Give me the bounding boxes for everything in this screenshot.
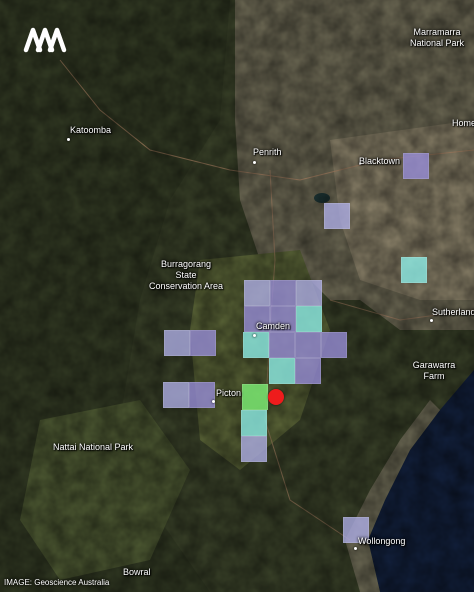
place-label-picton: Picton [216, 388, 242, 398]
town-dot [253, 334, 256, 337]
place-label-garawarra: Garawarra Farm [412, 360, 456, 381]
place-label-camden: Camden [256, 321, 291, 331]
place-label-blacktown: Blacktown [359, 156, 401, 166]
town-dot [354, 547, 357, 550]
place-label-nattai: Nattai National Park [53, 442, 134, 452]
image-credit: IMAGE: Geoscience Australia [4, 578, 110, 587]
intensity-cell [295, 358, 321, 384]
place-label-homebush: Home [452, 118, 474, 128]
town-dot [212, 400, 215, 403]
intensity-cell [296, 306, 322, 332]
intensity-cell [242, 384, 268, 410]
intensity-cell [324, 203, 350, 229]
intensity-cell [295, 332, 321, 358]
town-dot [430, 319, 433, 322]
intensity-cell [189, 382, 215, 408]
place-label-bowral: Bowral [123, 567, 151, 577]
intensity-cell [403, 153, 429, 179]
epicentre-marker-icon[interactable] [268, 389, 284, 405]
intensity-cell [244, 280, 270, 306]
satellite-terrain [0, 0, 474, 592]
town-dot [253, 161, 256, 164]
intensity-cell [190, 330, 216, 356]
place-label-katoomba: Katoomba [70, 125, 112, 135]
place-label-sutherland: Sutherland [432, 307, 474, 317]
abc-logo-icon [23, 27, 67, 53]
place-label-burragorang: Burragorang State Conservation Area [148, 259, 224, 291]
intensity-cell [164, 330, 190, 356]
intensity-cell [401, 257, 427, 283]
place-label-marramarra: Marramarra National Park [409, 27, 465, 48]
intensity-cell [241, 436, 267, 462]
intensity-cell [270, 280, 296, 306]
intensity-cell [243, 332, 269, 358]
intensity-cell [321, 332, 347, 358]
town-dot [67, 138, 70, 141]
intensity-cell [269, 358, 295, 384]
place-label-penrith: Penrith [253, 147, 282, 157]
map-view[interactable]: Marramarra National Park Katoomba Home P… [0, 0, 474, 592]
place-label-wollongong: Wollongong [358, 536, 406, 546]
intensity-cell [296, 280, 322, 306]
intensity-cell [241, 410, 267, 436]
intensity-cell [163, 382, 189, 408]
intensity-cell [269, 332, 295, 358]
